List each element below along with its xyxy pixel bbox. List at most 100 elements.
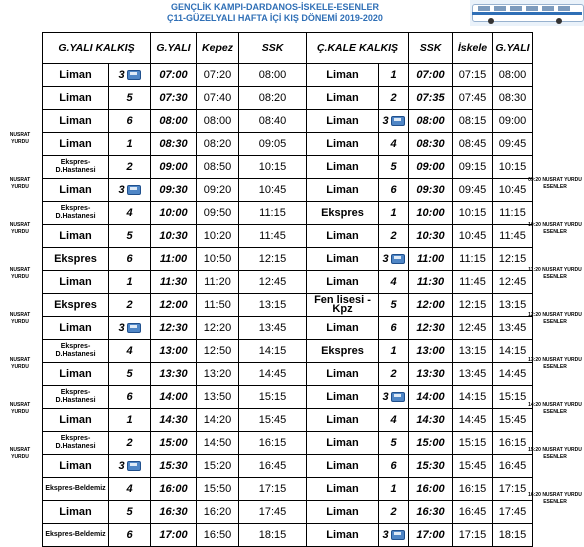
bus-number-gyali: 2 xyxy=(108,431,151,455)
bus-number-ckale: 1 xyxy=(378,339,409,363)
time-ckale: 07:35 xyxy=(408,86,453,110)
time-gyali: 08:00 xyxy=(150,109,197,133)
time-ckale: 08:30 xyxy=(408,132,453,156)
time-ssk-1: 10:45 xyxy=(238,178,307,202)
time-kepez: 16:50 xyxy=(196,523,239,547)
bus-number: 2 xyxy=(390,368,397,380)
bus-number-gyali: 6 xyxy=(108,109,151,133)
time-kepez: 09:20 xyxy=(196,178,239,202)
departure-point-gyali: Liman xyxy=(42,454,109,478)
departure-point-ckale: Liman xyxy=(306,408,379,432)
departure-point-ckale: Liman xyxy=(306,316,379,340)
time-ckale: 12:30 xyxy=(408,316,453,340)
bus-number-ckale: 5 xyxy=(378,155,409,179)
table-row: Liman 5 13:30 13:20 14:45 Liman 2 13:30 13:45 14:… xyxy=(42,362,533,386)
departure-point-gyali: Liman xyxy=(42,178,109,202)
bus-number: 1 xyxy=(126,138,133,150)
bus-number-ckale: 4 xyxy=(378,132,409,156)
table-row: Liman 3 09:30 09:20 10:45 Liman 6 09:30 09:45 10:… xyxy=(42,178,533,202)
bus-number: 2 xyxy=(390,506,397,518)
time-gyali: 09:00 xyxy=(150,155,197,179)
bus-number: 3 xyxy=(118,184,125,196)
bus-icon xyxy=(390,530,405,541)
time-ssk-1: 12:15 xyxy=(238,247,307,271)
bus-number-ckale: 6 xyxy=(378,454,409,478)
bus-number: 3 xyxy=(118,460,125,472)
departure-point-ckale: Liman xyxy=(306,155,379,179)
header-row: G.YALI KALKIŞ G.YALI Kepez SSK Ç.KALE KA… xyxy=(42,32,533,64)
time-kepez: 14:20 xyxy=(196,408,239,432)
time-ssk-2: 09:45 xyxy=(452,178,493,202)
departure-point-ckale: Fen lisesi - Kpz xyxy=(306,293,379,317)
time-gyali-arrival: 08:30 xyxy=(492,86,533,110)
bus-number: 3 xyxy=(382,253,389,265)
time-ckale: 17:00 xyxy=(408,523,453,547)
bus-number: 6 xyxy=(126,529,133,541)
time-kepez: 07:20 xyxy=(196,63,239,87)
bus-number-ckale: 6 xyxy=(378,178,409,202)
table-row: Liman 1 14:30 14:20 15:45 Liman 4 14:30 14:45 15:… xyxy=(42,408,533,432)
time-gyali: 08:30 xyxy=(150,132,197,156)
time-ssk-2: 07:15 xyxy=(452,63,493,87)
bus-number: 2 xyxy=(126,299,133,311)
table-row: Liman 3 15:30 15:20 16:45 Liman 6 15:30 15:45 16:… xyxy=(42,454,533,478)
bus-number: 3 xyxy=(118,322,125,334)
bus-number-gyali: 3 xyxy=(108,178,151,202)
time-ckale: 11:00 xyxy=(408,247,453,271)
time-gyali: 15:00 xyxy=(150,431,197,455)
time-ssk-2: 13:45 xyxy=(452,362,493,386)
table-row: Liman 5 16:30 16:20 17:45 Liman 2 16:30 16:45 17:… xyxy=(42,500,533,524)
bus-number: 1 xyxy=(390,207,397,219)
time-ssk-1: 08:00 xyxy=(238,63,307,87)
departure-point-ckale: Liman xyxy=(306,63,379,87)
table-row: Liman 6 08:00 08:00 08:40 Liman 3 08:00 08:15 09:… xyxy=(42,109,533,133)
bus-number: 4 xyxy=(126,207,133,219)
departure-point-gyali: Ekspres-D.Hastanesi xyxy=(42,155,109,179)
left-side-note: NUSRAT YURDU xyxy=(9,446,31,460)
table-row: Ekspres-Beldemiz 6 17:00 16:50 18:15 Liman 3 17… xyxy=(42,523,533,547)
time-ssk-1: 08:40 xyxy=(238,109,307,133)
time-kepez: 12:50 xyxy=(196,339,239,363)
time-kepez: 11:50 xyxy=(196,293,239,317)
bus-number-gyali: 1 xyxy=(108,270,151,294)
table-row: Liman 1 11:30 11:20 12:45 Liman 4 11:30 11:45 12:… xyxy=(42,270,533,294)
departure-point-ckale: Liman xyxy=(306,477,379,501)
time-kepez: 15:50 xyxy=(196,477,239,501)
time-ssk-1: 16:15 xyxy=(238,431,307,455)
bus-number: 1 xyxy=(390,483,397,495)
time-ssk-1: 18:15 xyxy=(238,523,307,547)
time-gyali: 14:00 xyxy=(150,385,197,409)
departure-point-gyali: Ekspres-D.Hastanesi xyxy=(42,431,109,455)
time-gyali: 11:30 xyxy=(150,270,197,294)
bus-number: 6 xyxy=(390,460,397,472)
time-gyali: 12:30 xyxy=(150,316,197,340)
bus-icon xyxy=(390,392,405,403)
bus-number-ckale: 5 xyxy=(378,293,409,317)
bus-number-ckale: 2 xyxy=(378,362,409,386)
departure-point-ckale: Liman xyxy=(306,247,379,271)
time-ssk-2: 14:15 xyxy=(452,385,493,409)
bus-number: 1 xyxy=(390,345,397,357)
time-ssk-1: 14:45 xyxy=(238,362,307,386)
time-ckale: 13:30 xyxy=(408,362,453,386)
bus-number: 5 xyxy=(390,161,397,173)
time-kepez: 07:40 xyxy=(196,86,239,110)
time-kepez: 10:20 xyxy=(196,224,239,248)
bus-number: 4 xyxy=(126,345,133,357)
bus-banner-image xyxy=(470,0,584,26)
time-ssk-1: 16:45 xyxy=(238,454,307,478)
bus-number-ckale: 3 xyxy=(378,385,409,409)
bus-number: 2 xyxy=(126,161,133,173)
right-side-note: 13:20 NUSRAT YURDU ESENLER xyxy=(528,356,582,370)
departure-point-gyali: Liman xyxy=(42,500,109,524)
right-side-note: 10:20 NUSRAT YURDU ESENLER xyxy=(528,222,582,236)
left-side-note: NUSRAT YURDU xyxy=(9,401,31,415)
departure-point-ckale: Liman xyxy=(306,270,379,294)
bus-number: 2 xyxy=(126,437,133,449)
time-gyali-arrival: 18:15 xyxy=(492,523,533,547)
departure-point-gyali: Ekspres-D.Hastanesi xyxy=(42,201,109,225)
time-ssk-2: 14:45 xyxy=(452,408,493,432)
bus-number-ckale: 1 xyxy=(378,63,409,87)
bus-number-ckale: 2 xyxy=(378,500,409,524)
time-ssk-2: 09:15 xyxy=(452,155,493,179)
